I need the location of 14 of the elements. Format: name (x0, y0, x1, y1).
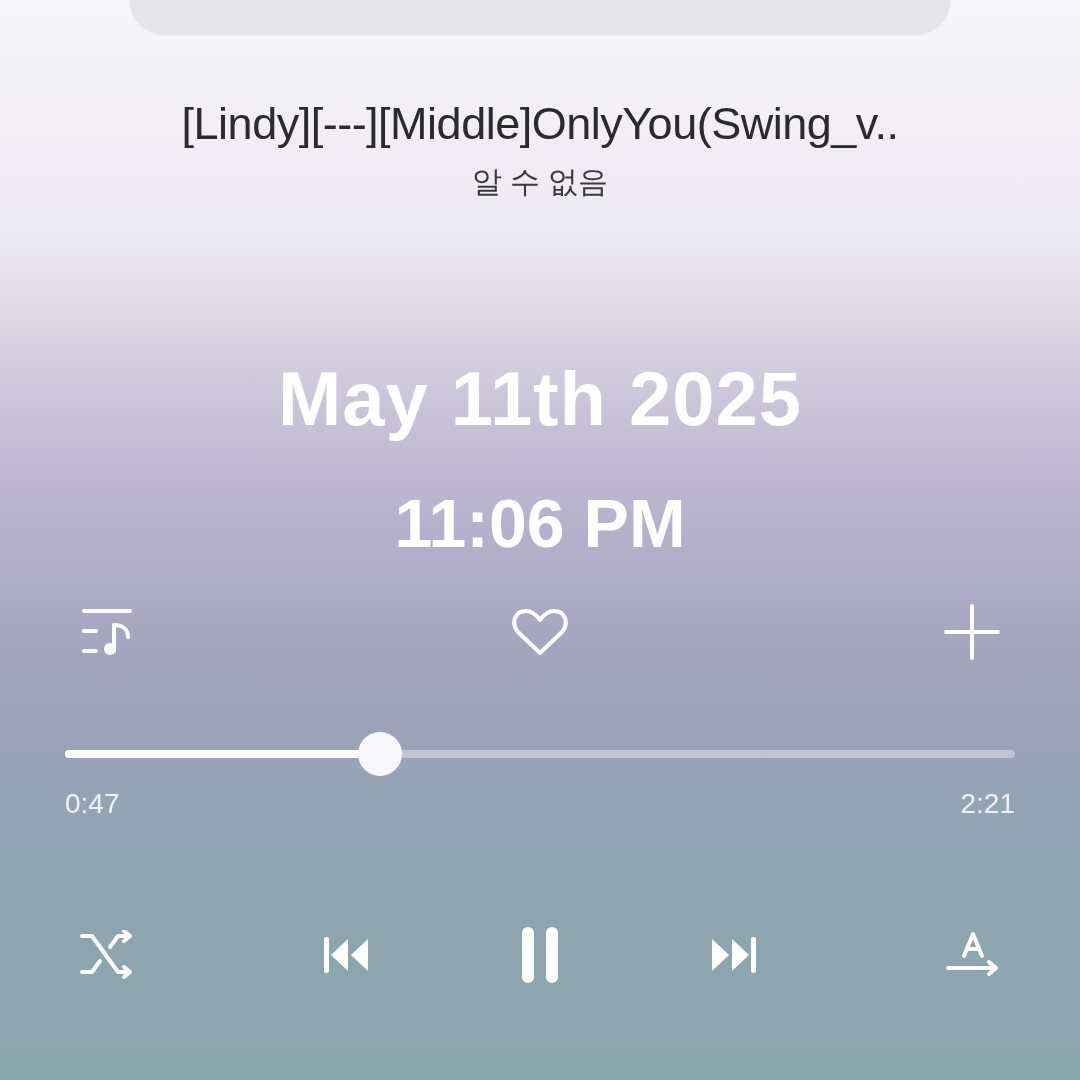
pause-icon[interactable] (520, 925, 560, 985)
heart-icon[interactable] (511, 607, 569, 657)
progress-slider[interactable] (65, 732, 1015, 776)
date-label: May 11th 2025 (277, 355, 803, 442)
time-label: 11:06 PM (394, 484, 686, 562)
next-icon[interactable] (710, 935, 758, 975)
previous-icon[interactable] (322, 935, 370, 975)
shuffle-icon[interactable] (80, 930, 134, 980)
artist-name: 알 수 없음 (471, 164, 609, 200)
slider-thumb[interactable] (358, 732, 403, 776)
song-title: [Lindy][---][Middle]OnlyYou(Swing_v.. (181, 98, 899, 150)
elapsed-time: 0:47 (65, 788, 120, 820)
total-time: 2:21 (960, 788, 1015, 820)
add-icon[interactable] (944, 604, 1000, 660)
